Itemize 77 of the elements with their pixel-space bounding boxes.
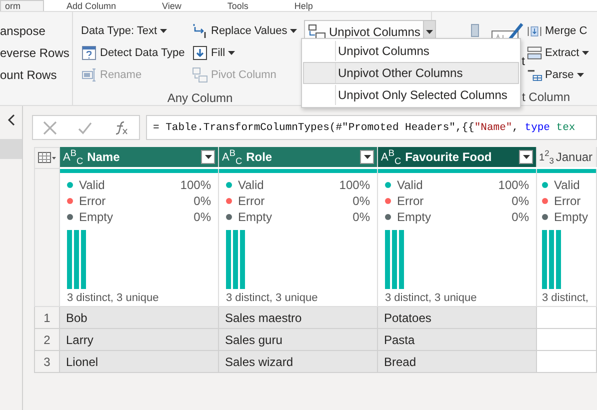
stat-value: 100% xyxy=(339,178,370,192)
command-label: Replace Values xyxy=(211,25,288,37)
ribbon-command[interactable]: Extract xyxy=(527,42,590,64)
stat-value: 0% xyxy=(194,194,211,208)
row-number: 3 xyxy=(34,351,60,373)
table-cell: Pasta xyxy=(378,329,537,351)
ribbon-command[interactable]: Replace Values xyxy=(190,20,298,42)
stat-label: Empty xyxy=(238,210,272,224)
group-label: Any Column xyxy=(167,91,233,105)
ribbon-tab[interactable]: View xyxy=(139,0,204,11)
distinct-summary: 3 distinct, 3 unique xyxy=(226,292,319,304)
stat-label: Valid xyxy=(554,178,580,192)
command-label: Unpivot Columns xyxy=(329,24,420,38)
command-label: Data Type: Text xyxy=(81,25,158,37)
column-header[interactable]: 1$^{2}$$_{3}$ Januar xyxy=(537,147,597,167)
ribbon-tab[interactable]: Tools xyxy=(204,0,272,11)
ribbon-command[interactable]: anspose xyxy=(0,20,72,42)
unpivot-columns-button[interactable]: Unpivot Columns xyxy=(305,21,424,42)
distinct-summary: 3 distinct, 3 unique xyxy=(385,292,478,304)
stat-label: Valid xyxy=(238,178,264,192)
ribbon-command[interactable]: Fill xyxy=(190,42,298,64)
column-header[interactable]: A$^{B}$$_{C}$ Name xyxy=(60,147,219,167)
stat-label: Valid xyxy=(397,178,423,192)
table-cell: Bread xyxy=(378,351,537,373)
table-cell: Bob xyxy=(60,307,219,329)
stat-label: Empty xyxy=(397,210,432,224)
ribbon-command[interactable]: Detect Data Type xyxy=(79,42,184,64)
stat-label: Error xyxy=(397,194,424,208)
table-cell: Sales wizard xyxy=(219,351,378,373)
ribbon-command[interactable]: everse Rows xyxy=(0,42,72,64)
stat-label: Error xyxy=(238,194,265,208)
column-header[interactable]: A$^{B}$$_{C}$ Role xyxy=(219,147,378,167)
command-label: Rename xyxy=(100,69,142,81)
ribbon-tab[interactable]: Add Column xyxy=(44,0,140,11)
ribbon-tab[interactable]: Help xyxy=(271,0,336,11)
stat-value: 0% xyxy=(352,194,370,208)
table-cell: Sales guru xyxy=(219,329,378,351)
stat-value: 0% xyxy=(512,194,529,208)
stat-value: 100% xyxy=(180,178,211,192)
stat-value: 0% xyxy=(194,210,211,224)
ribbon-command[interactable]: Data Type: Text xyxy=(79,20,184,42)
ribbon-command[interactable]: Parse xyxy=(527,64,590,86)
ribbon-tab[interactable]: orm xyxy=(0,0,44,11)
stat-label: Error xyxy=(554,194,581,208)
table-cell: Sales maestro xyxy=(219,307,378,329)
column-name: Role xyxy=(246,150,274,164)
stat-label: Empty xyxy=(554,210,588,224)
column-name: Name xyxy=(87,150,121,164)
row-number: 1 xyxy=(34,307,60,329)
table-cell: Lionel xyxy=(60,351,219,373)
ribbon-command[interactable]: Merge C xyxy=(527,20,590,42)
column-header[interactable]: A$^{B}$$_{C}$ Favourite Food xyxy=(378,147,537,167)
stat-label: Error xyxy=(79,194,106,208)
command-label: Parse xyxy=(545,69,574,81)
command-label: t xyxy=(522,54,525,68)
menu-item[interactable]: Unpivot Other Columns xyxy=(303,62,519,84)
command-label: Fill xyxy=(211,47,226,59)
row-number: 2 xyxy=(34,329,60,351)
distinct-summary: 3 distinct, 3 unique xyxy=(67,292,160,304)
table-cell: Larry xyxy=(60,329,219,351)
stat-value: 0% xyxy=(352,210,370,224)
command-label: Merge C xyxy=(545,25,588,37)
group-label: t Column xyxy=(522,90,570,104)
command-label: Pivot Column xyxy=(211,69,276,81)
stat-value: 100% xyxy=(498,178,529,192)
ribbon-command[interactable]: ount Rows xyxy=(0,64,72,86)
stat-value: 0% xyxy=(512,210,529,224)
command-label: Detect Data Type xyxy=(100,47,185,59)
formula-field[interactable]: = Table.TransformColumnTypes(#"Promoted Headers",{{"Name", type tex xyxy=(146,115,597,140)
formula-text: = Table.TransformColumnTypes(#"Promoted Headers",{{"Name", type tex xyxy=(153,122,576,134)
stat-label: Empty xyxy=(79,210,114,224)
stat-label: Valid xyxy=(79,178,105,192)
table-cell: Potatoes xyxy=(378,307,537,329)
distinct-summary: 3 distinct, xyxy=(542,292,589,304)
column-name: Januar xyxy=(556,150,594,164)
command-label: Extract xyxy=(545,47,580,59)
column-name: Favourite Food xyxy=(405,150,493,164)
